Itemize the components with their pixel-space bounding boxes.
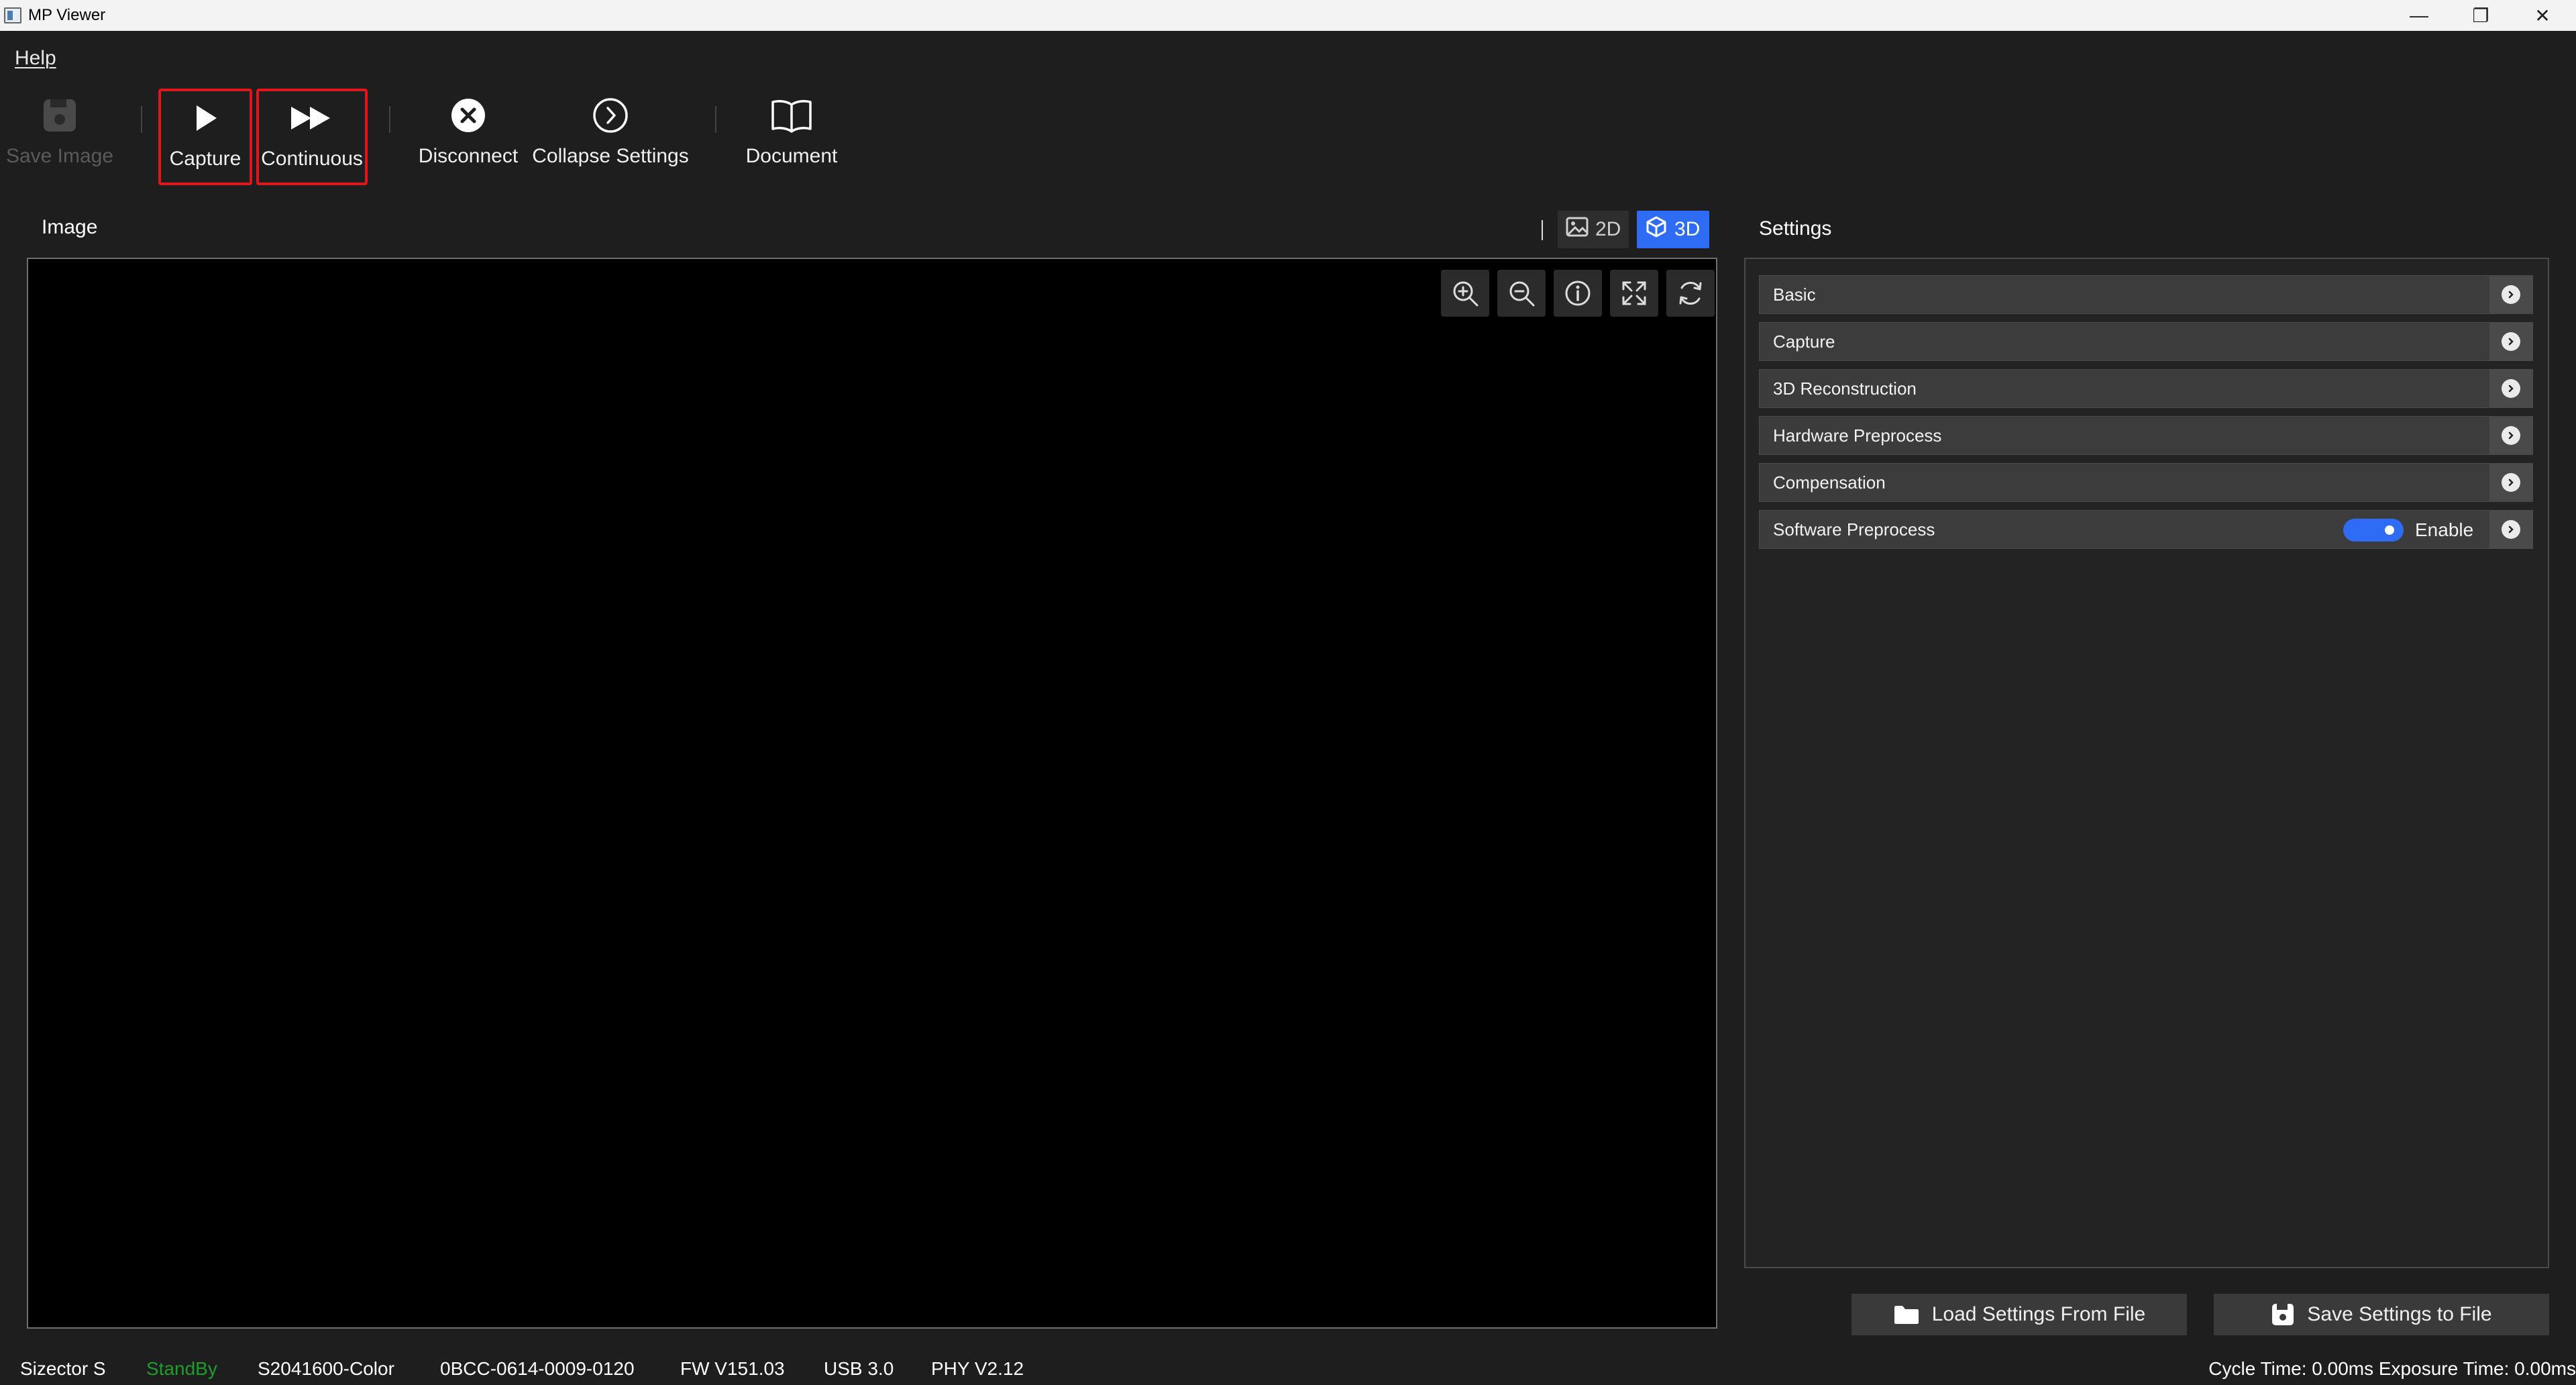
view-2d-label: 2D bbox=[1595, 218, 1621, 240]
section-label: Basic bbox=[1773, 284, 1816, 305]
save-settings-button[interactable]: Save Settings to File bbox=[2214, 1294, 2549, 1335]
settings-section-3d-reconstruction[interactable]: 3D Reconstruction bbox=[1759, 369, 2533, 408]
view-toggle-divider bbox=[1542, 220, 1543, 240]
minimize-button[interactable]: — bbox=[2388, 0, 2450, 31]
status-usb: USB 3.0 bbox=[824, 1358, 894, 1379]
close-button[interactable]: ✕ bbox=[2512, 0, 2573, 31]
document-label: Document bbox=[745, 145, 838, 167]
section-label: Capture bbox=[1773, 331, 1835, 352]
settings-section-basic[interactable]: Basic bbox=[1759, 275, 2533, 314]
book-icon bbox=[770, 89, 813, 142]
info-icon bbox=[1565, 280, 1591, 306]
reset-view-button[interactable] bbox=[1666, 270, 1715, 317]
settings-section-compensation[interactable]: Compensation bbox=[1759, 463, 2533, 502]
app-icon bbox=[4, 7, 21, 23]
expand-section-button[interactable] bbox=[2489, 323, 2532, 360]
settings-section-hardware-preprocess[interactable]: Hardware Preprocess bbox=[1759, 416, 2533, 455]
save-image-button[interactable]: Save Image bbox=[4, 89, 115, 185]
expand-icon bbox=[1622, 281, 1646, 305]
view-2d-button[interactable]: 2D bbox=[1558, 211, 1629, 248]
status-timing: Cycle Time: 0.00ms Exposure Time: 0.00ms bbox=[2208, 1358, 2576, 1379]
cube-icon bbox=[1645, 215, 1668, 244]
load-settings-label: Load Settings From File bbox=[1931, 1303, 2146, 1325]
capture-label: Capture bbox=[169, 148, 241, 170]
disconnect-button[interactable]: Disconnect bbox=[415, 89, 522, 185]
close-circle-icon bbox=[449, 89, 487, 142]
zoom-out-icon bbox=[1509, 281, 1535, 307]
save-icon bbox=[2272, 1304, 2294, 1325]
image-icon bbox=[1566, 217, 1589, 242]
title-bar: MP Viewer bbox=[0, 0, 2576, 31]
chevron-right-icon bbox=[2502, 473, 2520, 492]
fast-forward-icon bbox=[288, 91, 335, 145]
window-title: MP Viewer bbox=[28, 6, 106, 24]
view-3d-button[interactable]: 3D bbox=[1637, 211, 1709, 248]
disconnect-label: Disconnect bbox=[418, 145, 519, 167]
continuous-button[interactable]: Continuous bbox=[256, 89, 368, 185]
save-icon bbox=[41, 89, 78, 142]
chevron-right-icon bbox=[2502, 426, 2520, 445]
expand-section-button[interactable] bbox=[2489, 464, 2532, 501]
zoom-in-button[interactable] bbox=[1441, 270, 1489, 317]
collapse-settings-label: Collapse Settings bbox=[532, 145, 689, 167]
save-settings-label: Save Settings to File bbox=[2307, 1303, 2492, 1325]
toggle-knob bbox=[2385, 525, 2394, 535]
zoom-in-icon bbox=[1453, 281, 1479, 307]
status-model: S2041600-Color bbox=[258, 1358, 394, 1379]
expand-section-button[interactable] bbox=[2489, 417, 2532, 454]
status-state: StandBy bbox=[146, 1358, 217, 1379]
toolbar-divider bbox=[715, 106, 716, 133]
toolbar-divider bbox=[389, 106, 390, 133]
chevron-right-icon bbox=[2502, 520, 2520, 539]
capture-button[interactable]: Capture bbox=[158, 89, 252, 185]
section-label: 3D Reconstruction bbox=[1773, 378, 1917, 399]
toggle-label: Enable bbox=[2415, 519, 2474, 540]
image-panel-title: Image bbox=[42, 216, 98, 238]
status-phy: PHY V2.12 bbox=[931, 1358, 1024, 1379]
settings-panel bbox=[1744, 258, 2549, 1268]
chevron-right-circle-icon bbox=[592, 89, 629, 142]
info-button[interactable] bbox=[1554, 270, 1602, 317]
chevron-right-icon bbox=[2502, 285, 2520, 304]
chevron-right-icon bbox=[2502, 379, 2520, 398]
status-firmware: FW V151.03 bbox=[680, 1358, 785, 1379]
settings-section-software-preprocess[interactable]: Software Preprocess Enable bbox=[1759, 510, 2533, 549]
fit-view-button[interactable] bbox=[1610, 270, 1658, 317]
expand-section-button[interactable] bbox=[2489, 511, 2532, 548]
view-3d-label: 3D bbox=[1674, 218, 1701, 240]
play-icon bbox=[189, 91, 222, 145]
image-viewport[interactable] bbox=[27, 258, 1717, 1329]
load-settings-button[interactable]: Load Settings From File bbox=[1851, 1294, 2187, 1335]
chevron-right-icon bbox=[2502, 332, 2520, 351]
save-image-label: Save Image bbox=[5, 145, 114, 167]
collapse-settings-button[interactable]: Collapse Settings bbox=[530, 89, 691, 185]
restore-button[interactable]: ❐ bbox=[2450, 0, 2512, 31]
software-preprocess-toggle[interactable] bbox=[2343, 519, 2404, 542]
folder-icon bbox=[1894, 1306, 1919, 1324]
toolbar-divider bbox=[141, 106, 142, 133]
section-label: Software Preprocess bbox=[1773, 519, 1935, 540]
continuous-label: Continuous bbox=[261, 148, 363, 170]
section-label: Hardware Preprocess bbox=[1773, 425, 1942, 446]
expand-section-button[interactable] bbox=[2489, 276, 2532, 313]
status-serial: 0BCC-0614-0009-0120 bbox=[440, 1358, 635, 1379]
expand-section-button[interactable] bbox=[2489, 370, 2532, 407]
section-label: Compensation bbox=[1773, 472, 1886, 493]
menu-help[interactable]: Help bbox=[15, 47, 56, 70]
document-button[interactable]: Document bbox=[738, 89, 845, 185]
zoom-out-button[interactable] bbox=[1497, 270, 1546, 317]
status-device: Sizector S bbox=[20, 1358, 106, 1379]
settings-section-capture[interactable]: Capture bbox=[1759, 322, 2533, 361]
settings-panel-title: Settings bbox=[1759, 217, 1832, 240]
refresh-icon bbox=[1679, 281, 1702, 305]
